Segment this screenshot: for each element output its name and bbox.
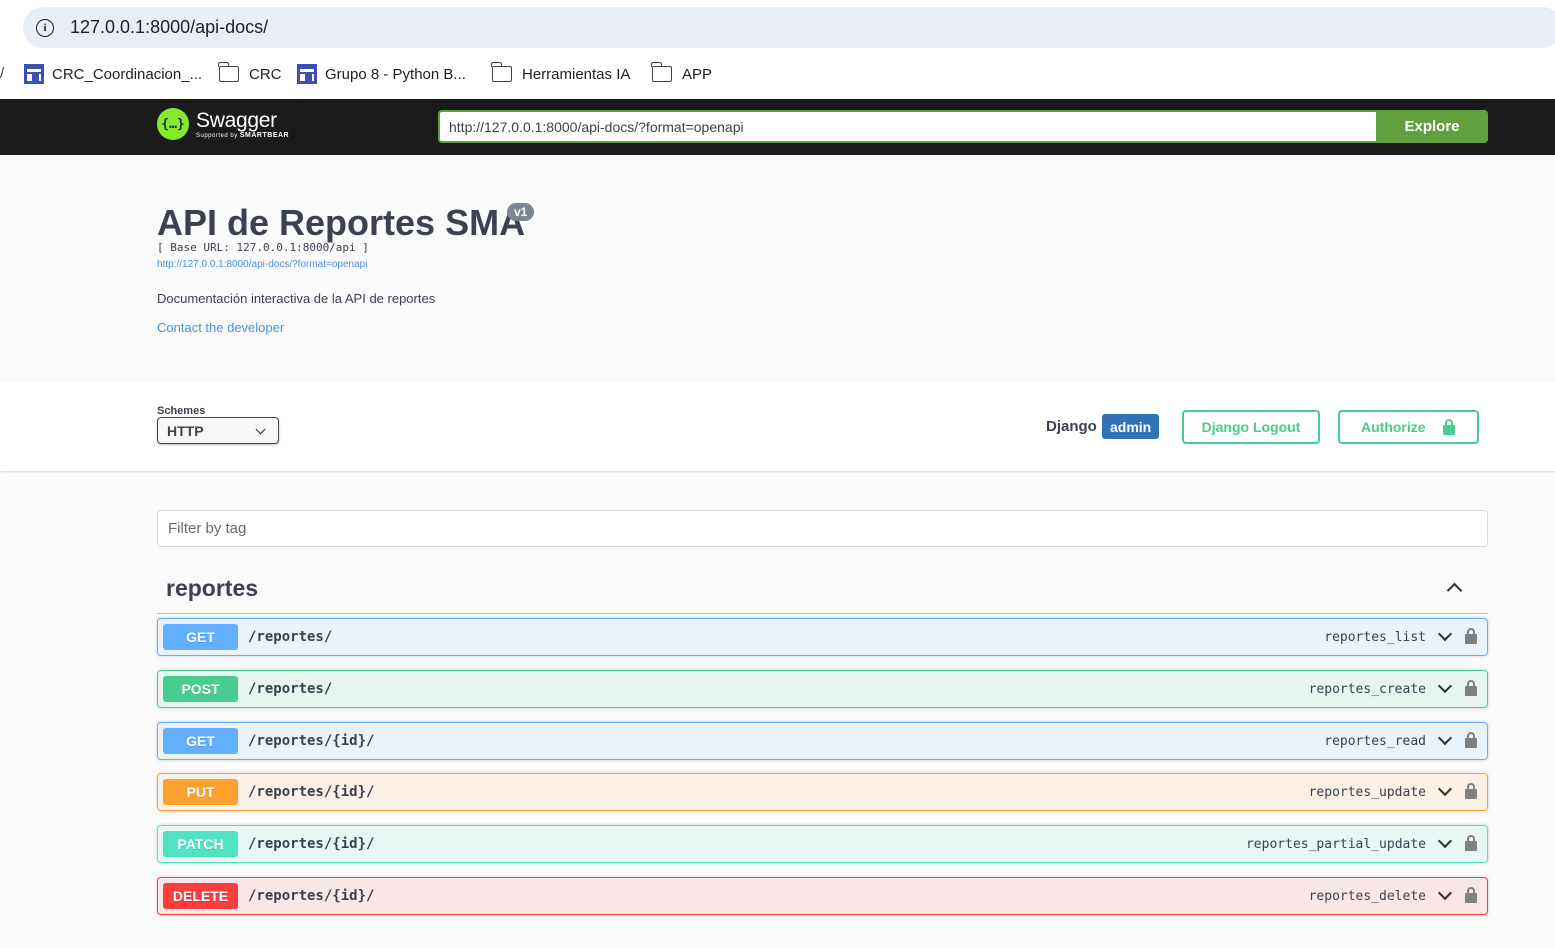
lock-icon[interactable] bbox=[1465, 628, 1477, 644]
chevron-down-icon[interactable] bbox=[1437, 626, 1453, 642]
site-info-icon[interactable]: i bbox=[36, 18, 54, 37]
operation-path: /reportes/ bbox=[248, 681, 333, 697]
contact-link[interactable]: Contact the developer bbox=[157, 320, 284, 335]
django-logout-button[interactable]: Django Logout bbox=[1182, 410, 1320, 444]
bookmark-label: Grupo 8 - Python B... bbox=[325, 65, 466, 83]
swagger-logo[interactable]: {…} Swagger Supported by SMARTBEAR bbox=[157, 108, 289, 140]
bookmark-label: APP bbox=[682, 65, 713, 83]
version-badge: v1 bbox=[507, 203, 535, 221]
opblock-delete-reportes-delete[interactable]: DELETE /reportes/{id}/ reportes_delete bbox=[157, 877, 1488, 915]
chevron-up-icon[interactable] bbox=[1446, 582, 1463, 599]
folder-icon bbox=[218, 62, 239, 82]
operation-path: /reportes/ bbox=[248, 629, 333, 645]
bookmark-overflow-icon: / bbox=[0, 65, 5, 82]
authorize-label: Authorize bbox=[1361, 419, 1426, 435]
browser-address-row: i 127.0.0.1:8000/api-docs/ bbox=[0, 0, 1555, 55]
chevron-down-icon[interactable] bbox=[1437, 730, 1453, 746]
address-bar[interactable]: i 127.0.0.1:8000/api-docs/ bbox=[23, 7, 1555, 48]
opblock-get-reportes-list[interactable]: GET /reportes/ reportes_list bbox=[157, 618, 1488, 656]
lock-icon[interactable] bbox=[1465, 680, 1477, 696]
lock-icon[interactable] bbox=[1465, 732, 1477, 748]
folder-icon bbox=[491, 62, 512, 82]
swagger-logo-icon: {…} bbox=[157, 108, 189, 140]
lock-icon[interactable] bbox=[1465, 887, 1477, 903]
bookmark-crc-coordinacion[interactable]: CRC_Coordinacion_... bbox=[24, 55, 202, 93]
method-badge: DELETE bbox=[163, 883, 238, 909]
schemes-select[interactable]: HTTP bbox=[157, 417, 279, 444]
operation-id: reportes_read bbox=[1324, 734, 1426, 749]
sheet-icon bbox=[297, 64, 317, 84]
method-badge: GET bbox=[163, 624, 238, 650]
logo-subtitle: Supported by SMARTBEAR bbox=[196, 131, 290, 139]
bookmark-label: CRC_Coordinacion_... bbox=[52, 65, 203, 83]
chevron-down-icon[interactable] bbox=[1437, 885, 1453, 901]
operation-id: reportes_list bbox=[1324, 630, 1426, 645]
method-badge: PATCH bbox=[163, 831, 238, 857]
scheme-container: Schemes HTTP Django admin Django Logout … bbox=[0, 382, 1555, 471]
operation-path: /reportes/{id}/ bbox=[248, 784, 375, 800]
chevron-down-icon[interactable] bbox=[1437, 678, 1453, 694]
method-badge: GET bbox=[163, 728, 238, 754]
opblock-put-reportes-update[interactable]: PUT /reportes/{id}/ reportes_update bbox=[157, 773, 1488, 811]
filter-by-tag-input[interactable]: Filter by tag bbox=[157, 510, 1488, 547]
swagger-topbar: {…} Swagger Supported by SMARTBEAR http:… bbox=[0, 99, 1555, 155]
tag-name: reportes bbox=[166, 575, 259, 601]
api-title: API de Reportes SMA bbox=[157, 202, 526, 243]
operation-path: /reportes/{id}/ bbox=[248, 733, 375, 749]
bookmark-label: Herramientas IA bbox=[522, 65, 631, 83]
lock-icon bbox=[1442, 419, 1455, 435]
operation-path: /reportes/{id}/ bbox=[248, 836, 375, 852]
spec-url-input[interactable]: http://127.0.0.1:8000/api-docs/?format=o… bbox=[438, 110, 1378, 143]
operation-path: /reportes/{id}/ bbox=[248, 888, 375, 904]
chevron-down-icon[interactable] bbox=[1437, 833, 1453, 849]
schemes-label: Schemes bbox=[157, 405, 206, 417]
api-info: API de Reportes SMA v1 [ Base URL: 127.0… bbox=[0, 155, 1555, 382]
operation-id: reportes_partial_update bbox=[1245, 837, 1426, 852]
schemes-selected: HTTP bbox=[167, 422, 204, 439]
django-label: Django bbox=[1046, 418, 1097, 435]
lock-icon[interactable] bbox=[1465, 783, 1477, 799]
lock-icon[interactable] bbox=[1465, 835, 1477, 851]
spec-link[interactable]: http://127.0.0.1:8000/api-docs/?format=o… bbox=[157, 259, 367, 270]
api-description: Documentación interactiva de la API de r… bbox=[157, 291, 436, 306]
bookmarks-bar: / CRC_Coordinacion_... CRC Grupo 8 - Pyt… bbox=[0, 55, 1555, 99]
address-url[interactable]: 127.0.0.1:8000/api-docs/ bbox=[70, 17, 268, 38]
tag-section-header[interactable]: reportes bbox=[157, 566, 1488, 614]
folder-icon bbox=[651, 62, 672, 82]
chevron-down-icon bbox=[255, 424, 266, 435]
opblock-get-reportes-read[interactable]: GET /reportes/{id}/ reportes_read bbox=[157, 722, 1488, 760]
chevron-down-icon[interactable] bbox=[1437, 781, 1453, 797]
method-badge: PUT bbox=[163, 779, 238, 805]
base-url: [ Base URL: 127.0.0.1:8000/api ] bbox=[157, 241, 369, 254]
logo-word: Swagger bbox=[196, 108, 277, 132]
bookmark-label: CRC bbox=[249, 65, 282, 83]
bookmark-herramientas-ia[interactable]: Herramientas IA bbox=[491, 55, 631, 93]
opblock-post-reportes-create[interactable]: POST /reportes/ reportes_create bbox=[157, 670, 1488, 708]
bookmark-crc[interactable]: CRC bbox=[218, 55, 282, 93]
operation-id: reportes_delete bbox=[1308, 889, 1426, 904]
sheet-icon bbox=[24, 64, 44, 84]
operation-id: reportes_update bbox=[1308, 785, 1426, 800]
bookmark-app[interactable]: APP bbox=[651, 55, 713, 93]
explore-button[interactable]: Explore bbox=[1376, 110, 1488, 143]
bookmark-grupo-8[interactable]: Grupo 8 - Python B... bbox=[297, 55, 466, 93]
authorize-button[interactable]: Authorize bbox=[1338, 410, 1479, 444]
django-user-badge: admin bbox=[1102, 414, 1160, 439]
operation-id: reportes_create bbox=[1308, 682, 1426, 697]
opblock-patch-reportes-partial-update[interactable]: PATCH /reportes/{id}/ reportes_partial_u… bbox=[157, 825, 1488, 863]
method-badge: POST bbox=[163, 676, 238, 702]
